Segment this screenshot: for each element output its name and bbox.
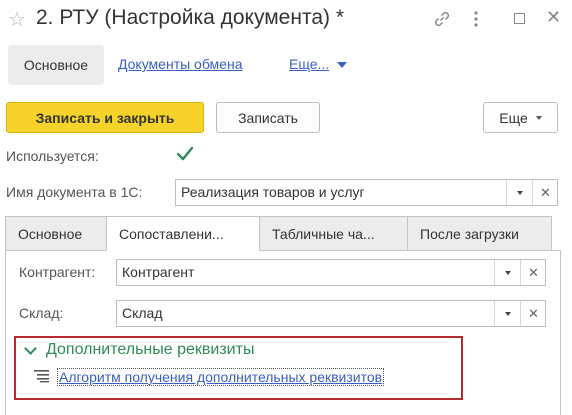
docname-value: Реализация товаров и услуг: [181, 184, 365, 200]
clear-icon: ✕: [540, 184, 551, 200]
save-and-close-button[interactable]: Записать и закрыть: [6, 102, 204, 133]
save-button[interactable]: Записать: [216, 102, 320, 133]
list-icon: [34, 369, 50, 388]
warehouse-dropdown-button[interactable]: [494, 301, 520, 326]
docname-clear-button[interactable]: ✕: [532, 180, 558, 205]
tab-after-load[interactable]: После загрузки: [407, 216, 552, 250]
warehouse-field[interactable]: Склад ✕: [116, 300, 546, 327]
clear-icon: ✕: [528, 305, 539, 321]
maximize-icon[interactable]: [514, 13, 525, 24]
used-checkbox[interactable]: [175, 144, 195, 164]
nav-tab-exchange-docs[interactable]: Документы обмена: [118, 56, 242, 72]
counterparty-value: Контрагент: [122, 264, 195, 280]
warehouse-label: Склад:: [19, 305, 64, 321]
dropdown-arrow-icon: [516, 190, 523, 195]
chevron-down-icon: [24, 342, 37, 355]
counterparty-field[interactable]: Контрагент ✕: [116, 259, 546, 286]
docname-dropdown-button[interactable]: [506, 180, 532, 205]
dropdown-arrow-icon: [504, 311, 511, 316]
dropdown-arrow-icon: [504, 270, 511, 275]
nav-more-menu[interactable]: Еще...: [289, 56, 348, 72]
more-vertical-icon[interactable]: [473, 10, 479, 33]
link-icon[interactable]: [433, 10, 451, 33]
tab-main[interactable]: Основное: [5, 216, 107, 250]
chevron-down-icon: [535, 115, 542, 120]
docname-label: Имя документа в 1С:: [6, 184, 143, 200]
counterparty-clear-button[interactable]: ✕: [520, 260, 546, 285]
more-button[interactable]: Еще: [483, 102, 558, 133]
docname-field[interactable]: Реализация товаров и услуг ✕: [175, 179, 558, 206]
nav-more-label: Еще...: [289, 56, 330, 72]
more-button-label: Еще: [499, 109, 528, 126]
window-title: 2. РТУ (Настройка документа) *: [36, 6, 345, 29]
nav-tab-main[interactable]: Основное: [8, 45, 104, 85]
tab-mapping[interactable]: Сопоставлени...: [106, 216, 260, 251]
warehouse-clear-button[interactable]: ✕: [520, 301, 546, 326]
warehouse-value: Склад: [122, 305, 163, 321]
group-collapse-toggle[interactable]: [24, 342, 37, 355]
favorite-star-icon[interactable]: ☆: [8, 10, 26, 30]
checkmark-icon: [176, 146, 194, 161]
chevron-down-icon: [337, 62, 348, 69]
close-icon[interactable]: ✕: [546, 8, 561, 26]
used-label: Используется:: [6, 148, 99, 164]
counterparty-label: Контрагент:: [19, 264, 96, 280]
group-title[interactable]: Дополнительные реквизиты: [46, 341, 254, 359]
clear-icon: ✕: [528, 264, 539, 280]
tab-table-parts[interactable]: Табличные ча...: [259, 216, 408, 250]
additional-attributes-algorithm-link[interactable]: Алгоритм получения дополнительных реквиз…: [56, 368, 385, 386]
counterparty-dropdown-button[interactable]: [494, 260, 520, 285]
